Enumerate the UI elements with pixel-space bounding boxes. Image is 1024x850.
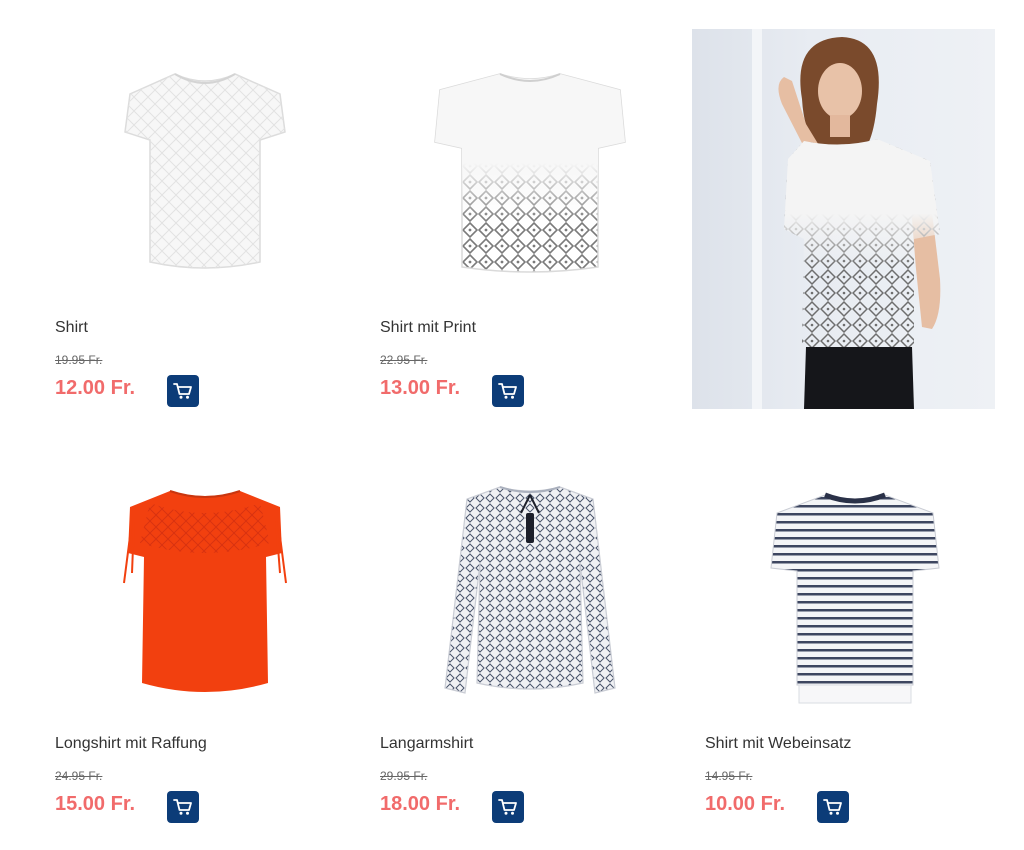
cart-icon (498, 799, 517, 815)
product-name[interactable]: Shirt mit Print (380, 319, 476, 337)
old-price: 19.95 Fr. (55, 353, 103, 367)
longsleeve-shirt-icon (444, 486, 616, 694)
old-price: 14.95 Fr. (705, 769, 753, 783)
add-to-cart-button[interactable] (492, 791, 524, 823)
sale-price: 13.00 Fr. (380, 377, 461, 399)
product-name[interactable]: Langarmshirt (380, 735, 473, 753)
model-photo[interactable] (692, 29, 995, 409)
print-shirt-icon (434, 73, 626, 273)
white-lace-shirt-icon (124, 73, 286, 269)
striped-shirt-icon (770, 492, 940, 704)
old-price: 29.95 Fr. (380, 769, 428, 783)
product-image-longshirt-mit-raffung[interactable] (55, 448, 355, 738)
product-image-shirt-mit-print[interactable] (380, 32, 680, 322)
old-price: 22.95 Fr. (380, 353, 428, 367)
product-image-langarmshirt[interactable] (380, 448, 680, 738)
cart-icon (498, 383, 517, 399)
sale-price: 10.00 Fr. (705, 793, 786, 815)
add-to-cart-button[interactable] (167, 791, 199, 823)
sale-price: 18.00 Fr. (380, 793, 461, 815)
cart-icon (173, 383, 192, 399)
product-name[interactable]: Shirt (55, 319, 88, 337)
add-to-cart-button[interactable] (167, 375, 199, 407)
old-price: 24.95 Fr. (55, 769, 103, 783)
product-name[interactable]: Longshirt mit Raffung (55, 735, 207, 753)
woman-model-icon (752, 29, 941, 409)
product-image-shirt-mit-webeinsatz[interactable] (705, 448, 1005, 738)
sale-price: 12.00 Fr. (55, 377, 136, 399)
product-grid: Shirt 19.95 Fr. 12.00 Fr. Shirt mit Prin… (0, 0, 1024, 850)
cart-icon (173, 799, 192, 815)
product-name[interactable]: Shirt mit Webeinsatz (705, 735, 851, 753)
product-image-shirt[interactable] (55, 32, 355, 322)
orange-longshirt-icon (123, 490, 287, 692)
add-to-cart-button[interactable] (817, 791, 849, 823)
add-to-cart-button[interactable] (492, 375, 524, 407)
sale-price: 15.00 Fr. (55, 793, 136, 815)
cart-icon (823, 799, 842, 815)
